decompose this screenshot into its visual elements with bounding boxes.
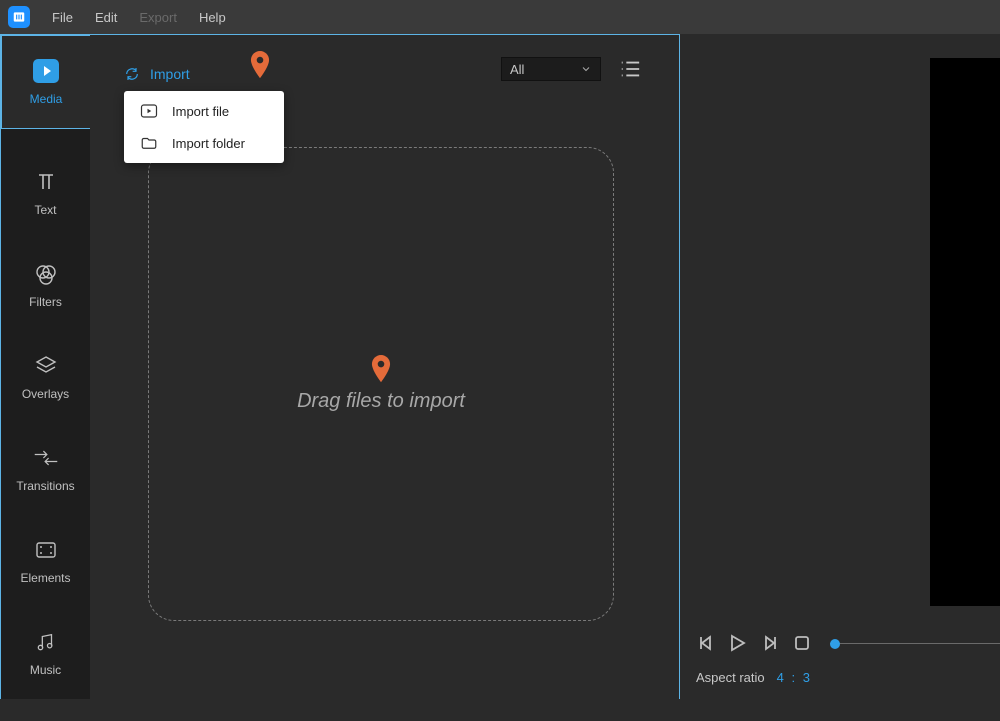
import-folder-item[interactable]: Import folder xyxy=(124,127,284,159)
menu-export: Export xyxy=(129,6,187,29)
import-label: Import xyxy=(150,66,190,82)
import-file-item[interactable]: Import file xyxy=(124,95,284,127)
dropzone-text: Drag files to import xyxy=(297,390,465,413)
list-view-toggle[interactable] xyxy=(619,59,641,84)
import-dropdown: Import file Import folder xyxy=(124,91,284,163)
list-icon xyxy=(619,59,641,79)
folder-icon xyxy=(140,135,158,151)
play-button[interactable] xyxy=(728,634,748,652)
filters-icon xyxy=(33,261,59,287)
file-play-icon xyxy=(140,103,158,119)
filter-value: All xyxy=(510,62,524,77)
menu-file[interactable]: File xyxy=(42,6,83,29)
sidebar-item-transitions[interactable]: Transitions xyxy=(1,445,91,493)
sidebar-item-overlays[interactable]: Overlays xyxy=(1,353,91,401)
music-icon xyxy=(33,629,59,655)
preview-viewport xyxy=(930,58,1000,606)
text-icon xyxy=(33,169,59,195)
menu-bar: File Edit Export Help xyxy=(0,0,1000,34)
sidebar-label: Media xyxy=(30,92,63,106)
sidebar-label: Text xyxy=(34,203,56,217)
app-logo-icon xyxy=(8,6,30,28)
transport-controls xyxy=(696,634,812,652)
sidebar-item-filters[interactable]: Filters xyxy=(1,261,91,309)
tutorial-marker-icon xyxy=(250,51,270,84)
menu-edit[interactable]: Edit xyxy=(85,6,127,29)
media-filter-select[interactable]: All xyxy=(501,57,601,81)
sidebar: Media Text Filters Overlays xyxy=(0,34,90,699)
transitions-icon xyxy=(33,445,59,471)
import-button[interactable]: Import xyxy=(124,66,190,82)
aspect-ratio-label: Aspect ratio xyxy=(696,670,765,685)
playhead-scrubber[interactable] xyxy=(830,638,1000,650)
prev-frame-button[interactable] xyxy=(696,634,716,652)
sidebar-label: Elements xyxy=(20,571,70,585)
media-panel: Import All Import file Import folder xyxy=(90,34,680,699)
aspect-ratio-row: Aspect ratio 4 : 3 xyxy=(696,670,812,685)
elements-icon xyxy=(33,537,59,563)
sidebar-label: Overlays xyxy=(22,387,69,401)
dd-label: Import file xyxy=(172,104,229,119)
dd-label: Import folder xyxy=(172,136,245,151)
chevron-down-icon xyxy=(580,63,592,75)
scrubber-track xyxy=(830,643,1000,644)
sidebar-item-text[interactable]: Text xyxy=(1,169,91,217)
sidebar-label: Filters xyxy=(29,295,62,309)
menu-help[interactable]: Help xyxy=(189,6,236,29)
sidebar-label: Transitions xyxy=(16,479,74,493)
import-dropzone[interactable]: Drag files to import xyxy=(148,147,614,621)
sidebar-item-music[interactable]: Music xyxy=(1,629,91,677)
refresh-icon xyxy=(124,66,140,82)
scrubber-handle[interactable] xyxy=(830,639,840,649)
media-toolbar: Import All xyxy=(124,57,659,91)
tutorial-marker-icon xyxy=(371,355,391,388)
sidebar-label: Music xyxy=(30,663,61,677)
sidebar-item-media[interactable]: Media xyxy=(1,35,91,129)
overlays-icon xyxy=(33,353,59,379)
stop-button[interactable] xyxy=(792,634,812,652)
next-frame-button[interactable] xyxy=(760,634,780,652)
sidebar-item-elements[interactable]: Elements xyxy=(1,537,91,585)
play-box-icon xyxy=(33,59,59,83)
preview-panel: Aspect ratio 4 : 3 xyxy=(680,34,1000,699)
aspect-ratio-value[interactable]: 4 : 3 xyxy=(777,670,812,685)
